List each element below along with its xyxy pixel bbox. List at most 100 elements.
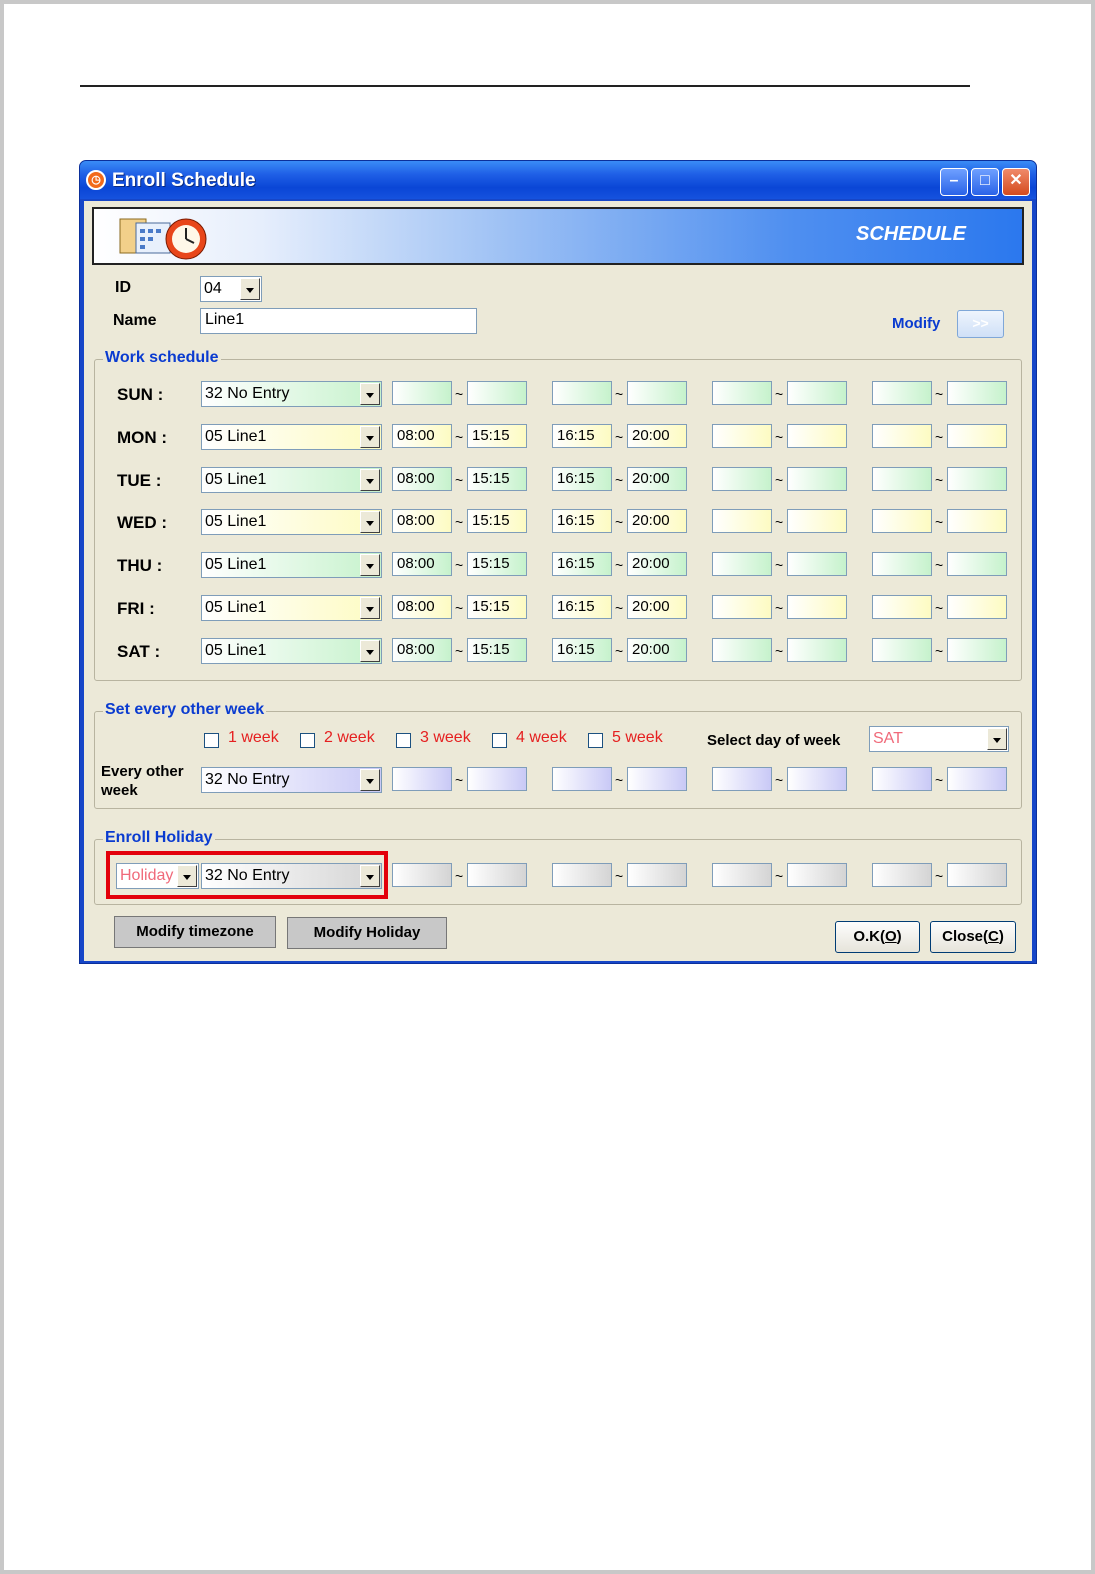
chevron-down-icon[interactable]: [360, 383, 380, 405]
work-schedule-time-7[interactable]: [872, 595, 932, 619]
work-schedule-time-1[interactable]: 08:00: [392, 595, 452, 619]
work-schedule-time-7[interactable]: [872, 637, 932, 662]
select-day-of-week[interactable]: SAT: [869, 726, 1009, 752]
every-other-week-time-3[interactable]: [552, 767, 612, 791]
work-schedule-time-1[interactable]: 08:00: [392, 509, 452, 534]
work-schedule-time-5[interactable]: [712, 637, 772, 662]
work-schedule-time-3[interactable]: 16:15: [552, 552, 612, 577]
week-checkbox[interactable]: [300, 733, 315, 748]
work-schedule-time-3[interactable]: 16:15: [552, 466, 612, 491]
work-schedule-time-7[interactable]: [872, 552, 932, 577]
work-schedule-time-7[interactable]: [872, 509, 932, 534]
work-schedule-time-4[interactable]: 20:00: [627, 552, 687, 577]
work-schedule-time-3[interactable]: 16:15: [552, 509, 612, 534]
work-schedule-time-7[interactable]: [872, 381, 932, 405]
work-schedule-time-6[interactable]: [787, 466, 847, 491]
day-timezone-select[interactable]: 05 Line1: [201, 637, 382, 664]
every-other-week-time-2[interactable]: [467, 767, 527, 791]
work-schedule-time-8[interactable]: [947, 466, 1007, 491]
chevron-down-icon[interactable]: [360, 597, 380, 619]
holiday-time-4[interactable]: [627, 863, 687, 887]
holiday-time-1[interactable]: [392, 863, 452, 887]
day-timezone-select[interactable]: 05 Line1: [201, 552, 382, 579]
every-other-week-timezone-select[interactable]: 32 No Entry: [201, 767, 382, 793]
work-schedule-time-6[interactable]: [787, 637, 847, 662]
work-schedule-time-1[interactable]: 08:00: [392, 423, 452, 448]
work-schedule-time-4[interactable]: [627, 381, 687, 405]
work-schedule-time-2[interactable]: 15:15: [467, 595, 527, 619]
day-timezone-select[interactable]: 05 Line1: [201, 509, 382, 536]
work-schedule-time-4[interactable]: 20:00: [627, 595, 687, 619]
holiday-time-7[interactable]: [872, 863, 932, 887]
work-schedule-time-7[interactable]: [872, 423, 932, 448]
work-schedule-time-2[interactable]: [467, 381, 527, 405]
work-schedule-time-3[interactable]: 16:15: [552, 423, 612, 448]
work-schedule-time-6[interactable]: [787, 595, 847, 619]
work-schedule-time-8[interactable]: [947, 509, 1007, 534]
modify-timezone-button[interactable]: Modify timezone: [114, 916, 276, 948]
work-schedule-time-8[interactable]: [947, 552, 1007, 577]
work-schedule-time-2[interactable]: 15:15: [467, 423, 527, 448]
work-schedule-time-5[interactable]: [712, 381, 772, 405]
every-other-week-time-1[interactable]: [392, 767, 452, 791]
maximize-button[interactable]: □: [971, 168, 999, 196]
name-input[interactable]: Line1: [200, 308, 477, 334]
work-schedule-time-4[interactable]: 20:00: [627, 423, 687, 448]
work-schedule-time-3[interactable]: [552, 381, 612, 405]
every-other-week-time-6[interactable]: [787, 767, 847, 791]
chevron-down-icon[interactable]: [987, 728, 1007, 750]
every-other-week-time-4[interactable]: [627, 767, 687, 791]
work-schedule-time-8[interactable]: [947, 595, 1007, 619]
work-schedule-time-6[interactable]: [787, 423, 847, 448]
holiday-time-2[interactable]: [467, 863, 527, 887]
work-schedule-time-2[interactable]: 15:15: [467, 637, 527, 662]
work-schedule-time-3[interactable]: 16:15: [552, 637, 612, 662]
close-button[interactable]: Close(C): [930, 921, 1016, 953]
chevron-down-icon[interactable]: [360, 769, 380, 791]
work-schedule-time-2[interactable]: 15:15: [467, 509, 527, 534]
work-schedule-time-5[interactable]: [712, 466, 772, 491]
work-schedule-time-5[interactable]: [712, 423, 772, 448]
work-schedule-time-5[interactable]: [712, 595, 772, 619]
work-schedule-time-6[interactable]: [787, 381, 847, 405]
work-schedule-time-4[interactable]: 20:00: [627, 637, 687, 662]
holiday-time-5[interactable]: [712, 863, 772, 887]
every-other-week-time-8[interactable]: [947, 767, 1007, 791]
holiday-time-8[interactable]: [947, 863, 1007, 887]
work-schedule-time-4[interactable]: 20:00: [627, 509, 687, 534]
day-timezone-select[interactable]: 32 No Entry: [201, 381, 382, 407]
modify-holiday-button[interactable]: Modify Holiday: [287, 917, 447, 949]
every-other-week-time-5[interactable]: [712, 767, 772, 791]
work-schedule-time-5[interactable]: [712, 552, 772, 577]
chevron-down-icon[interactable]: [360, 639, 380, 662]
chevron-down-icon[interactable]: [240, 278, 260, 300]
chevron-down-icon[interactable]: [360, 511, 380, 534]
work-schedule-time-8[interactable]: [947, 381, 1007, 405]
close-window-button[interactable]: ✕: [1002, 168, 1030, 196]
work-schedule-time-1[interactable]: 08:00: [392, 637, 452, 662]
work-schedule-time-1[interactable]: [392, 381, 452, 405]
work-schedule-time-5[interactable]: [712, 509, 772, 534]
holiday-time-3[interactable]: [552, 863, 612, 887]
day-timezone-select[interactable]: 05 Line1: [201, 466, 382, 493]
chevron-down-icon[interactable]: [360, 554, 380, 577]
modify-expand-button[interactable]: >>: [957, 310, 1004, 338]
minimize-button[interactable]: –: [940, 168, 968, 196]
every-other-week-time-7[interactable]: [872, 767, 932, 791]
holiday-time-6[interactable]: [787, 863, 847, 887]
id-select[interactable]: 04: [200, 276, 262, 302]
work-schedule-time-1[interactable]: 08:00: [392, 552, 452, 577]
day-timezone-select[interactable]: 05 Line1: [201, 423, 382, 450]
ok-button[interactable]: O.K(O): [835, 921, 920, 953]
work-schedule-time-1[interactable]: 08:00: [392, 466, 452, 491]
chevron-down-icon[interactable]: [360, 425, 380, 448]
work-schedule-time-8[interactable]: [947, 637, 1007, 662]
work-schedule-time-6[interactable]: [787, 552, 847, 577]
work-schedule-time-8[interactable]: [947, 423, 1007, 448]
work-schedule-time-3[interactable]: 16:15: [552, 595, 612, 619]
week-checkbox[interactable]: [204, 733, 219, 748]
chevron-down-icon[interactable]: [360, 468, 380, 491]
title-bar[interactable]: ◷ Enroll Schedule – □ ✕: [80, 161, 1036, 199]
week-checkbox[interactable]: [396, 733, 411, 748]
week-checkbox[interactable]: [588, 733, 603, 748]
